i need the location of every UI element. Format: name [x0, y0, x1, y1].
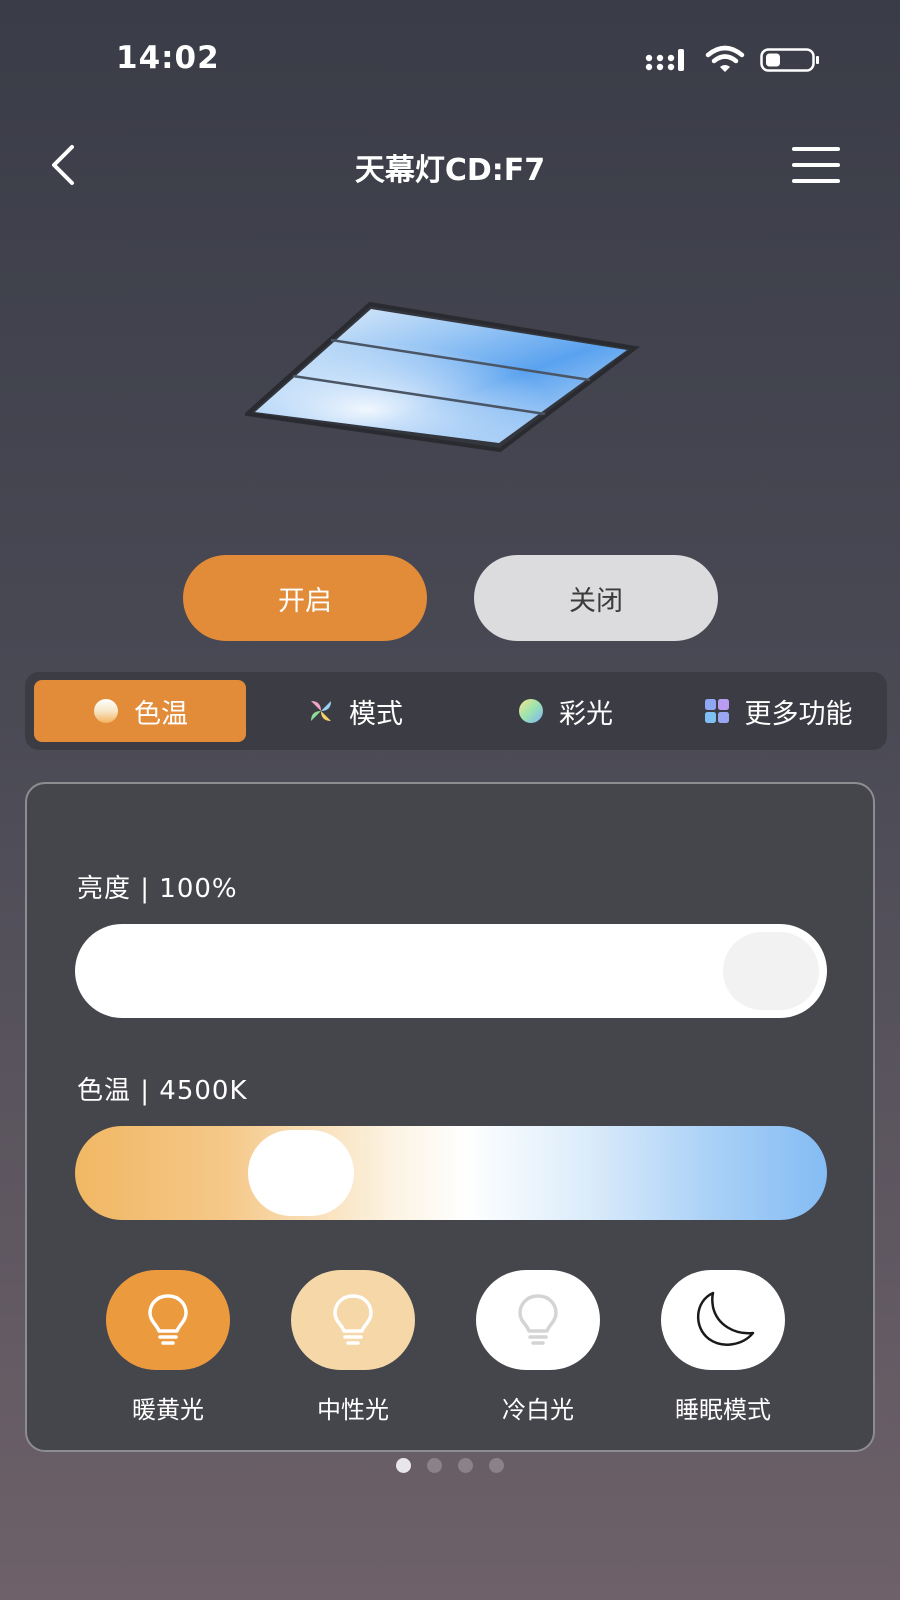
page-indicator [0, 1458, 900, 1478]
nav-bar: 天幕灯CD:F7 [0, 125, 900, 205]
brightness-slider-handle[interactable] [723, 932, 819, 1010]
page-dot[interactable] [396, 1458, 411, 1473]
hamburger-menu-icon[interactable] [790, 143, 842, 187]
brightness-label: 亮度 | 100% [77, 874, 238, 904]
mode-pinwheel-icon [311, 701, 331, 721]
page-dot[interactable] [489, 1458, 504, 1473]
preset-cool-white[interactable]: 冷白光 [445, 1270, 631, 1425]
tab-more-functions[interactable]: 更多功能 [675, 680, 880, 742]
color-light-icon [519, 699, 543, 723]
preset-label: 冷白光 [502, 1396, 574, 1424]
tab-label: 彩光 [559, 698, 613, 730]
page-dot[interactable] [427, 1458, 442, 1473]
preset-cool-circle [476, 1270, 600, 1370]
lightbulb-icon [333, 1294, 373, 1345]
color-temperature-label: 色温 | 4500K [77, 1076, 248, 1106]
preset-neutral-circle [291, 1270, 415, 1370]
preset-sleep-mode[interactable]: 睡眠模式 [630, 1270, 816, 1425]
function-tabs: 色温 模式 彩光 更多功能 [25, 672, 887, 750]
page-dot[interactable] [458, 1458, 473, 1473]
power-off-button[interactable]: 关闭 [474, 555, 718, 641]
signal-icon [645, 49, 684, 71]
ceiling-panel-light-image [245, 301, 640, 453]
tab-label: 色温 [134, 698, 188, 730]
tab-color-temperature[interactable]: 色温 [34, 680, 246, 742]
color-temperature-panel: 亮度 | 100% 色温 | 4500K 暖黄光 中性光 冷白光 睡眠模式 [25, 782, 875, 1452]
lightbulb-icon [148, 1294, 188, 1345]
status-bar: 14:02 [0, 0, 900, 120]
tab-mode[interactable]: 模式 [255, 680, 455, 742]
tab-label: 更多功能 [744, 698, 853, 730]
moon-icon [696, 1291, 755, 1346]
tab-color-light[interactable]: 彩光 [465, 680, 665, 742]
preset-label: 中性光 [317, 1396, 389, 1424]
preset-neutral[interactable]: 中性光 [260, 1270, 446, 1425]
preset-sleep-circle [661, 1270, 785, 1370]
wifi-icon [705, 45, 745, 72]
lightbulb-icon [518, 1294, 558, 1345]
color-temperature-icon [94, 699, 118, 723]
status-time: 14:02 [116, 40, 220, 76]
preset-label: 睡眠模式 [675, 1396, 771, 1424]
color-temperature-slider[interactable] [75, 1126, 827, 1220]
preset-warm-circle [106, 1270, 230, 1370]
grid-apps-icon [704, 699, 729, 723]
page-title: 天幕灯CD:F7 [354, 153, 546, 188]
power-on-button[interactable]: 开启 [183, 555, 427, 641]
preset-warm-yellow[interactable]: 暖黄光 [75, 1270, 261, 1425]
preset-label: 暖黄光 [132, 1396, 204, 1424]
battery-icon [760, 48, 819, 72]
brightness-slider[interactable] [75, 924, 827, 1018]
tab-label: 模式 [349, 698, 403, 730]
color-temperature-slider-handle[interactable] [247, 1130, 354, 1216]
